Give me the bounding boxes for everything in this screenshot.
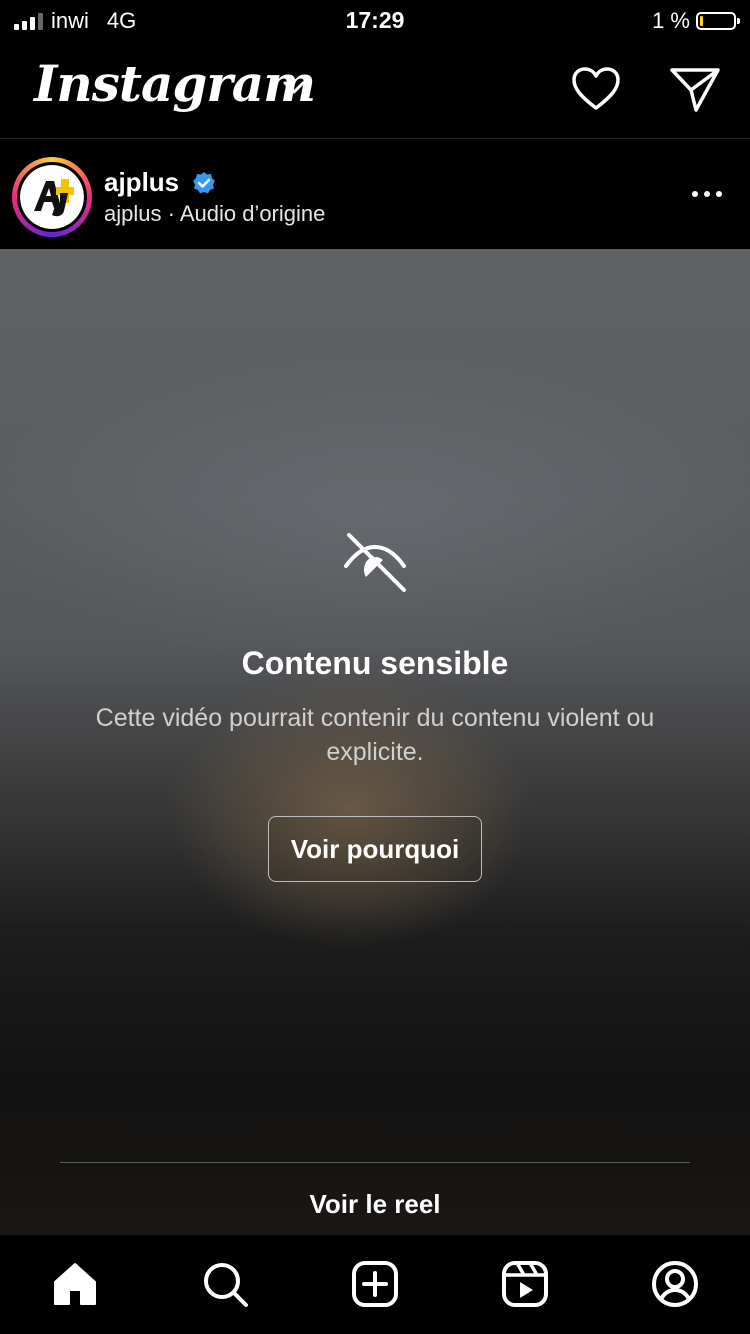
avatar[interactable] — [12, 157, 92, 237]
see-why-button[interactable]: Voir pourquoi — [268, 816, 482, 882]
search-icon[interactable] — [201, 1260, 249, 1308]
app-header: Instagram — [0, 40, 750, 139]
post-audio-line[interactable]: ajplus · Audio d’origine — [104, 201, 325, 227]
battery-icon — [696, 12, 740, 30]
status-bar: inwi 4G 17:29 1 % — [0, 0, 750, 40]
view-reel-button[interactable]: Voir le reel — [0, 1189, 750, 1220]
reel-media[interactable]: Contenu sensible Cette vidéo pourrait co… — [0, 249, 750, 1235]
verified-badge-icon — [193, 172, 215, 194]
ajplus-logo — [17, 162, 87, 232]
reels-icon[interactable] — [501, 1260, 549, 1308]
home-icon[interactable] — [51, 1260, 99, 1308]
more-options-icon[interactable] — [692, 191, 722, 197]
instagram-logo[interactable]: Instagram — [34, 54, 316, 113]
profile-icon[interactable] — [651, 1260, 699, 1308]
divider — [60, 1162, 690, 1163]
status-right: 1 % — [652, 8, 740, 34]
post-header: ajplus ajplus · Audio d’origine — [0, 139, 750, 249]
clock: 17:29 — [345, 7, 405, 33]
bottom-tab-bar — [0, 1235, 750, 1334]
heart-icon[interactable] — [570, 64, 622, 116]
sensitive-content-description: Cette vidéo pourrait contenir du contenu… — [95, 704, 655, 766]
eye-slash-icon — [344, 533, 406, 592]
chevron-down-icon[interactable] — [282, 80, 306, 96]
battery-percent: 1 % — [652, 8, 690, 33]
direct-message-icon[interactable] — [668, 64, 722, 116]
sensitive-content-title: Contenu sensible — [241, 645, 509, 681]
post-username[interactable]: ajplus — [104, 167, 179, 198]
create-icon[interactable] — [351, 1260, 399, 1308]
